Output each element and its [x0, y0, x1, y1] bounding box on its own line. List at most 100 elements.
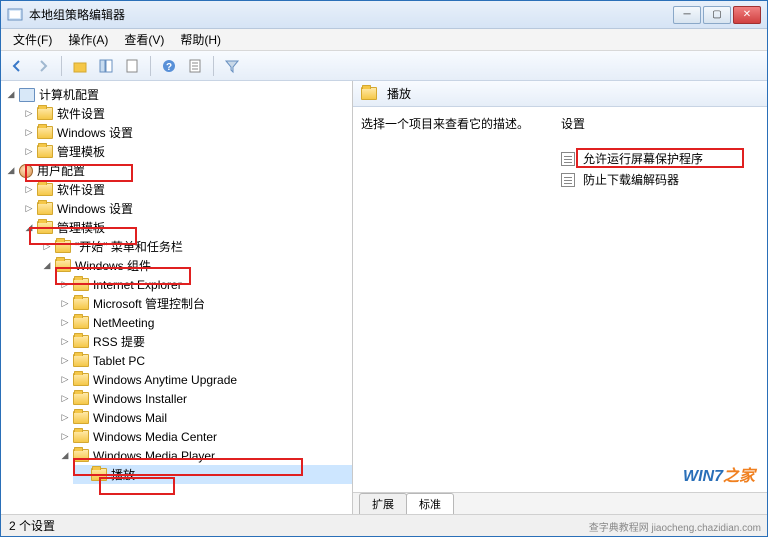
help-button[interactable]: ? — [157, 54, 181, 78]
settings-header: 设置 — [561, 115, 759, 132]
menu-file[interactable]: 文件(F) — [5, 29, 60, 50]
folder-icon — [361, 87, 377, 100]
tree-item[interactable]: ▷ Windows Installer — [55, 389, 352, 408]
tree-item[interactable]: ▷ NetMeeting — [55, 313, 352, 332]
content-area: ◢计算机配置 ▷软件设置 ▷Windows 设置 ▷管理模板 ◢用户配置 ▷软件… — [1, 81, 767, 514]
tree-item[interactable]: ▷ Windows Anytime Upgrade — [55, 370, 352, 389]
tree-label: Windows Anytime Upgrade — [93, 373, 237, 387]
tree-item[interactable]: ▷Tablet PC — [55, 351, 352, 370]
expander-icon[interactable]: ▷ — [23, 127, 35, 139]
folder-icon — [73, 278, 89, 291]
tree-item[interactable]: ▷Windows Media Center — [55, 427, 352, 446]
expander-icon[interactable]: ▷ — [59, 431, 71, 443]
expander-icon[interactable]: ▷ — [59, 279, 71, 291]
tree-playback[interactable]: ▷播放 — [73, 465, 352, 484]
tree-label: 软件设置 — [57, 181, 105, 198]
tree-item[interactable]: ▷ Windows 设置 — [19, 199, 352, 218]
folder-icon — [73, 449, 89, 462]
folder-icon — [73, 392, 89, 405]
tree-pane[interactable]: ◢计算机配置 ▷软件设置 ▷Windows 设置 ▷管理模板 ◢用户配置 ▷软件… — [1, 81, 353, 514]
expander-icon[interactable]: ▷ — [59, 374, 71, 386]
tree-item[interactable]: ▷"开始" 菜单和任务栏 — [37, 237, 352, 256]
expander-icon[interactable]: ▷ — [23, 203, 35, 215]
tree-label: NetMeeting — [93, 316, 154, 330]
export-button[interactable] — [120, 54, 144, 78]
expander-icon[interactable]: ◢ — [59, 450, 71, 462]
menu-help[interactable]: 帮助(H) — [172, 29, 229, 50]
minimize-button[interactable]: ─ — [673, 6, 701, 24]
folder-icon — [73, 373, 89, 386]
policy-icon — [561, 173, 575, 187]
titlebar: 本地组策略编辑器 ─ ▢ ✕ — [1, 1, 767, 29]
expander-icon[interactable]: ▷ — [23, 108, 35, 120]
tree-admin-templates[interactable]: ◢ 管理模板 — [19, 218, 352, 237]
folder-icon — [37, 183, 53, 196]
tree-label: Windows 设置 — [57, 200, 133, 217]
expander-icon[interactable]: ▷ — [23, 184, 35, 196]
tree-item[interactable]: ▷Microsoft 管理控制台 — [55, 294, 352, 313]
expander-icon[interactable]: ◢ — [5, 165, 17, 177]
policy-item[interactable]: 允许运行屏幕保护程序 — [561, 148, 759, 169]
watermark-text: 查字典教程网 jiaocheng.chazidian.com — [589, 519, 761, 534]
folder-icon — [73, 316, 89, 329]
tree-user-config[interactable]: ◢用户配置 — [1, 161, 352, 180]
folder-icon — [37, 107, 53, 120]
tree-label: Windows Installer — [93, 392, 187, 406]
policy-label: 允许运行屏幕保护程序 — [583, 150, 703, 167]
expander-icon[interactable]: ◢ — [41, 260, 53, 272]
back-button[interactable] — [5, 54, 29, 78]
tree-item[interactable]: ▷Windows 设置 — [19, 123, 352, 142]
expander-icon[interactable]: ▷ — [41, 241, 53, 253]
tree-item[interactable]: ▷ RSS 提要 — [55, 332, 352, 351]
toolbar: ? — [1, 51, 767, 81]
expander-icon[interactable]: ◢ — [23, 222, 35, 234]
expander-icon[interactable]: ▷ — [59, 298, 71, 310]
filter-button[interactable] — [220, 54, 244, 78]
expander-icon[interactable]: ◢ — [5, 89, 17, 101]
tree-item[interactable]: ▷Internet Explorer — [55, 275, 352, 294]
tree-item[interactable]: ▷管理模板 — [19, 142, 352, 161]
expander-icon[interactable]: ▷ — [59, 412, 71, 424]
folder-icon — [37, 202, 53, 215]
policy-item[interactable]: 防止下载编解码器 — [561, 169, 759, 190]
maximize-button[interactable]: ▢ — [703, 6, 731, 24]
expander-icon[interactable]: ▷ — [59, 317, 71, 329]
expander-icon[interactable]: ▷ — [59, 355, 71, 367]
user-icon — [19, 164, 33, 178]
tree-label: Windows Mail — [93, 411, 167, 425]
tree-windows-components[interactable]: ◢ Windows 组件 — [37, 256, 352, 275]
menu-view[interactable]: 查看(V) — [116, 29, 172, 50]
tab-standard[interactable]: 标准 — [406, 493, 454, 514]
tree-label: 管理模板 — [57, 219, 105, 236]
tree-label: 播放 — [111, 466, 135, 483]
properties-button[interactable] — [183, 54, 207, 78]
folder-icon — [91, 468, 107, 481]
menubar: 文件(F) 操作(A) 查看(V) 帮助(H) — [1, 29, 767, 51]
status-text: 2 个设置 — [9, 517, 55, 534]
folder-icon — [73, 354, 89, 367]
menu-action[interactable]: 操作(A) — [60, 29, 116, 50]
tree-item[interactable]: ◢Windows Media Player — [55, 446, 352, 465]
tree-item[interactable]: ▷ 软件设置 — [19, 104, 352, 123]
forward-button[interactable] — [31, 54, 55, 78]
expander-icon[interactable]: ▷ — [23, 146, 35, 158]
tab-extended[interactable]: 扩展 — [359, 493, 407, 514]
tree-label: Windows 组件 — [75, 257, 151, 274]
tree-item[interactable]: ▷ Windows Mail — [55, 408, 352, 427]
tree-label: RSS 提要 — [93, 333, 145, 350]
tree-item[interactable]: ▷ 软件设置 — [19, 180, 352, 199]
expander-icon[interactable]: ▷ — [59, 393, 71, 405]
tree-label: 软件设置 — [57, 105, 105, 122]
tree-computer-config[interactable]: ◢计算机配置 — [1, 85, 352, 104]
up-button[interactable] — [68, 54, 92, 78]
show-hide-tree-button[interactable] — [94, 54, 118, 78]
folder-icon — [73, 297, 89, 310]
description-column: 选择一个项目来查看它的描述。 — [361, 115, 561, 484]
settings-column: 设置 允许运行屏幕保护程序 防止下载编解码器 — [561, 115, 759, 484]
folder-icon — [73, 430, 89, 443]
logo-suffix: 之家 — [723, 468, 755, 485]
details-header: 播放 — [353, 81, 767, 107]
folder-icon — [37, 145, 53, 158]
close-button[interactable]: ✕ — [733, 6, 761, 24]
expander-icon[interactable]: ▷ — [59, 336, 71, 348]
